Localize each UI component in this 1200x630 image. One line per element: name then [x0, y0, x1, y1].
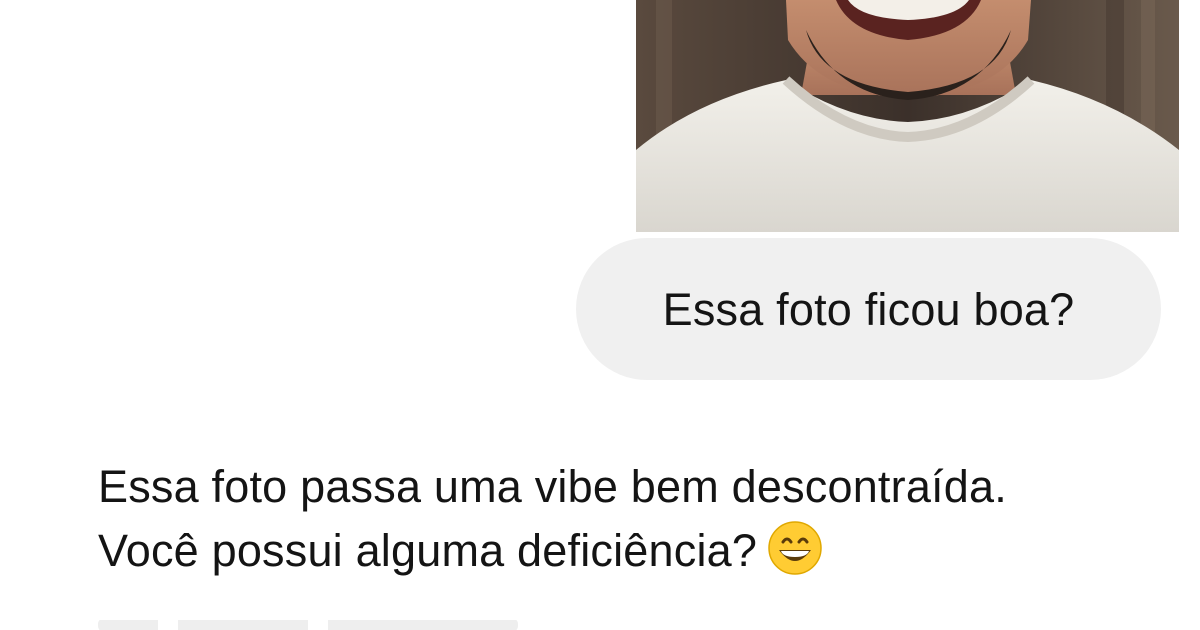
- user-message-text: Essa foto ficou boa?: [662, 283, 1075, 335]
- grinning-face-icon: [768, 521, 822, 575]
- assistant-message-line-text: Você possui alguma deficiência?: [98, 525, 758, 576]
- assistant-message-line: Você possui alguma deficiência?: [98, 519, 1158, 583]
- assistant-message: Essa foto passa uma vibe bem descontraíd…: [98, 455, 1158, 583]
- user-message-bubble[interactable]: Essa foto ficou boa?: [576, 238, 1161, 380]
- user-photo-attachment[interactable]: [636, 0, 1179, 232]
- next-line-cutoff: [98, 620, 518, 630]
- assistant-message-line: Essa foto passa uma vibe bem descontraíd…: [98, 461, 1007, 512]
- photo-image: [636, 0, 1179, 232]
- chat-thread: Essa foto ficou boa? Essa foto passa uma…: [0, 0, 1200, 630]
